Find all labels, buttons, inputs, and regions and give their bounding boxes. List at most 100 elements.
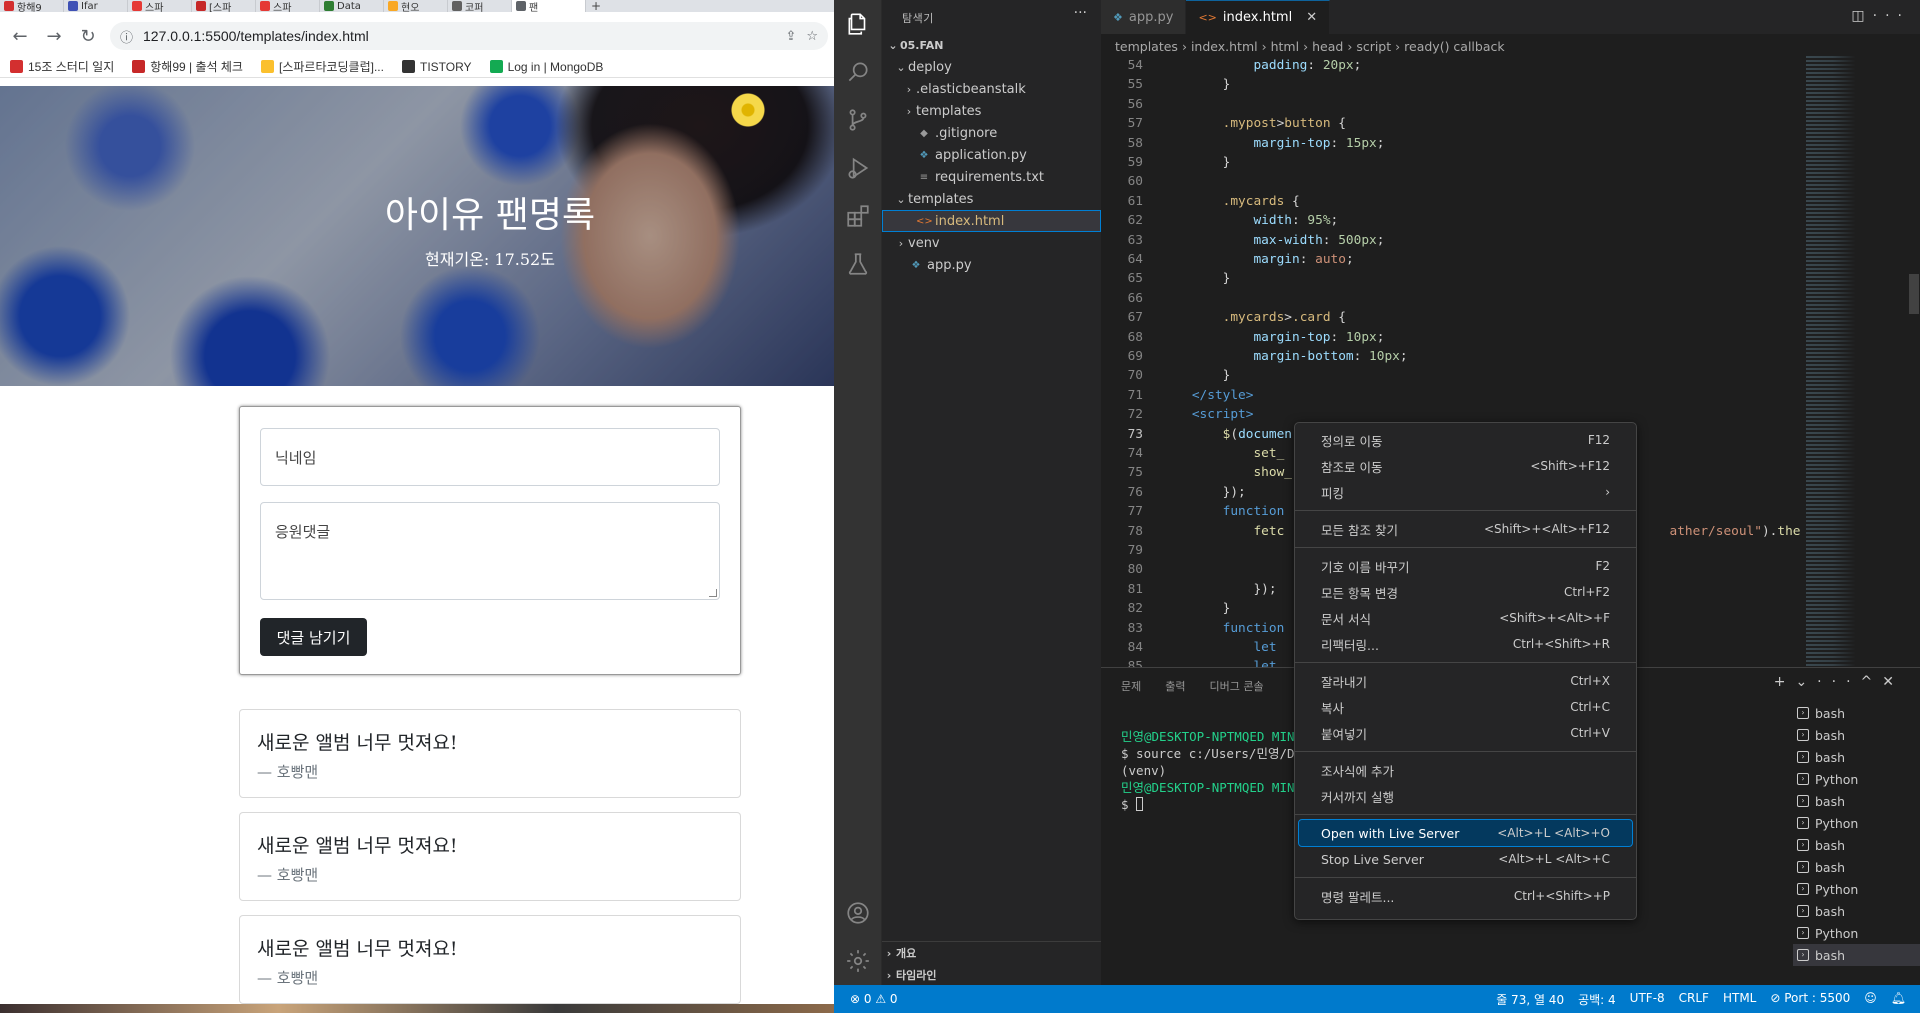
code-line[interactable]: 66: [1101, 289, 1801, 308]
bookmark-star-icon[interactable]: ☆: [806, 29, 818, 44]
tree-item[interactable]: ≡ requirements.txt: [882, 166, 1101, 188]
browser-tab[interactable]: Data: [320, 0, 384, 12]
panel-tab[interactable]: 출력: [1165, 678, 1185, 694]
minimap[interactable]: [1806, 56, 1896, 667]
breadcrumb-item[interactable]: templates: [1115, 39, 1178, 54]
share-icon[interactable]: ⇪: [785, 29, 796, 44]
menu-item[interactable]: 리팩터링... Ctrl+<Shift>+R: [1299, 631, 1632, 657]
feedback-icon[interactable]: ☺: [1864, 991, 1877, 1008]
terminal-instance[interactable]: › Python: [1793, 878, 1920, 900]
status-item[interactable]: ⊘ Port : 5500: [1770, 991, 1850, 1008]
bookmark-item[interactable]: TISTORY: [401, 60, 472, 74]
menu-item[interactable]: 잘라내기 Ctrl+X: [1299, 668, 1632, 694]
tree-item[interactable]: ⌄ 05.FAN: [882, 34, 1101, 56]
browser-tab[interactable]: Ifar: [64, 0, 128, 12]
terminal-instance[interactable]: › bash: [1793, 856, 1920, 878]
menu-item[interactable]: 기호 이름 바꾸기 F2: [1299, 553, 1632, 579]
menu-item[interactable]: 모든 항목 변경 Ctrl+F2: [1299, 579, 1632, 605]
tree-item[interactable]: › .elasticbeanstalk: [882, 78, 1101, 100]
bookmark-item[interactable]: [스파르타코딩클럽]...: [260, 58, 384, 75]
breadcrumb-item[interactable]: html: [1271, 39, 1299, 54]
editor-actions[interactable]: ◫···: [1851, 8, 1910, 24]
tree-item[interactable]: ◆ .gitignore: [882, 122, 1101, 144]
tree-item[interactable]: ⌄ deploy: [882, 56, 1101, 78]
panel-tab[interactable]: 디버그 콘솔: [1210, 678, 1264, 694]
browser-tab[interactable]: 현오: [384, 0, 448, 12]
terminal-instance[interactable]: › bash: [1793, 790, 1920, 812]
extensions-icon[interactable]: [834, 192, 882, 240]
terminal-instance[interactable]: › bash: [1793, 724, 1920, 746]
more-actions-icon[interactable]: ···: [1074, 5, 1087, 21]
settings-gear-icon[interactable]: [834, 937, 882, 985]
code-line[interactable]: 67 .mycards>.card {: [1101, 308, 1801, 327]
menu-item[interactable]: 참조로 이동 <Shift>+F12: [1299, 453, 1632, 479]
code-line[interactable]: 58 margin-top: 15px;: [1101, 134, 1801, 153]
testing-icon[interactable]: [834, 240, 882, 288]
menu-item[interactable]: 조사식에 추가: [1299, 757, 1632, 783]
close-tab-icon[interactable]: ✕: [1306, 10, 1317, 25]
browser-tab[interactable]: 팬: [512, 0, 586, 12]
terminal-instance[interactable]: › Python: [1793, 768, 1920, 790]
breadcrumb-item[interactable]: script: [1356, 39, 1391, 54]
menu-item[interactable]: 복사 Ctrl+C: [1299, 694, 1632, 720]
editor-tab[interactable]: <> index.html ✕: [1186, 0, 1331, 34]
menu-item[interactable]: 붙여넣기 Ctrl+V: [1299, 720, 1632, 746]
comment-textarea[interactable]: 응원댓글: [260, 502, 720, 600]
editor-tab[interactable]: ❖ app.py: [1101, 0, 1187, 34]
menu-item[interactable]: 문서 서식 <Shift>+<Alt>+F: [1299, 605, 1632, 631]
code-line[interactable]: 71 </style>: [1101, 386, 1801, 405]
status-item[interactable]: UTF-8: [1630, 991, 1665, 1008]
outline-section[interactable]: › 개요: [882, 942, 1101, 964]
browser-tab[interactable]: 스파: [256, 0, 320, 12]
tree-item[interactable]: › venv: [882, 232, 1101, 254]
code-line[interactable]: 63 max-width: 500px;: [1101, 231, 1801, 250]
breadcrumb-item[interactable]: ready() callback: [1404, 39, 1504, 54]
nickname-input[interactable]: 닉네임: [260, 428, 720, 486]
code-line[interactable]: 64 margin: auto;: [1101, 250, 1801, 269]
back-button[interactable]: ←: [8, 24, 32, 48]
code-line[interactable]: 54 padding: 20px;: [1101, 56, 1801, 75]
code-line[interactable]: 60: [1101, 172, 1801, 191]
menu-item[interactable]: 명령 팔레트... Ctrl+<Shift>+P: [1299, 883, 1632, 909]
bookmark-item[interactable]: 15조 스터디 일지: [10, 58, 114, 75]
forward-button[interactable]: →: [42, 24, 66, 48]
scrollbar-thumb[interactable]: [1909, 274, 1919, 314]
panel-actions[interactable]: +⌄···^✕: [1774, 674, 1904, 690]
tree-item[interactable]: ❖ app.py: [882, 254, 1101, 276]
status-item[interactable]: CRLF: [1679, 991, 1709, 1008]
menu-item[interactable]: Stop Live Server <Alt>+L <Alt>+C: [1299, 846, 1632, 872]
explorer-icon[interactable]: [834, 0, 882, 48]
tree-item[interactable]: ❖ application.py: [882, 144, 1101, 166]
panel-tab[interactable]: 문제: [1121, 678, 1141, 694]
code-line[interactable]: 69 margin-bottom: 10px;: [1101, 347, 1801, 366]
code-line[interactable]: 57 .mypost>button {: [1101, 114, 1801, 133]
breadcrumb-item[interactable]: head: [1312, 39, 1343, 54]
terminal-instance[interactable]: › bash: [1793, 746, 1920, 768]
site-info-icon[interactable]: ⓘ: [120, 27, 133, 46]
code-line[interactable]: 55 }: [1101, 75, 1801, 94]
terminal-instance[interactable]: › bash: [1793, 900, 1920, 922]
status-item[interactable]: 줄 73, 열 40: [1496, 991, 1564, 1008]
menu-item[interactable]: 피킹 ›: [1299, 479, 1632, 505]
terminal-instance[interactable]: › Python: [1793, 922, 1920, 944]
bookmark-item[interactable]: 항해99 | 출석 체크: [132, 58, 243, 75]
tree-item[interactable]: › templates: [882, 100, 1101, 122]
menu-item[interactable]: Open with Live Server <Alt>+L <Alt>+O: [1298, 819, 1633, 847]
timeline-section[interactable]: › 타임라인: [882, 964, 1101, 986]
bookmark-item[interactable]: Log in | MongoDB: [489, 60, 603, 74]
terminal-instance[interactable]: › bash: [1793, 834, 1920, 856]
code-line[interactable]: 62 width: 95%;: [1101, 211, 1801, 230]
new-tab-button[interactable]: +: [586, 0, 606, 12]
terminal-instance[interactable]: › Python: [1793, 812, 1920, 834]
browser-tab[interactable]: 항해9: [0, 0, 64, 12]
status-item[interactable]: HTML: [1723, 991, 1756, 1008]
code-line[interactable]: 68 margin-top: 10px;: [1101, 328, 1801, 347]
notifications-bell-icon[interactable]: 🔔︎: [1891, 991, 1906, 1008]
editor-scrollbar[interactable]: [1907, 56, 1920, 667]
code-line[interactable]: 70 }: [1101, 366, 1801, 385]
code-line[interactable]: 59 }: [1101, 153, 1801, 172]
reload-button[interactable]: ↻: [76, 24, 100, 48]
menu-item[interactable]: 정의로 이동 F12: [1299, 427, 1632, 453]
menu-item[interactable]: 커서까지 실행: [1299, 783, 1632, 809]
search-icon[interactable]: [834, 48, 882, 96]
